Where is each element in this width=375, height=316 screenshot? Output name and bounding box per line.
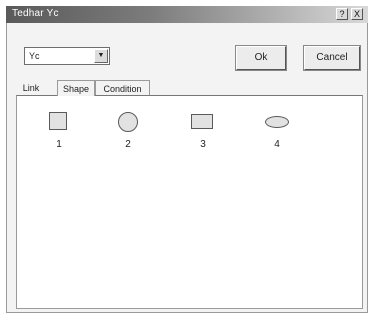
shape-option-3[interactable]: 3 xyxy=(183,112,223,152)
tab-shape[interactable]: Shape xyxy=(57,80,95,96)
shape-label-3: 3 xyxy=(200,139,206,150)
combobox-value: Yc xyxy=(29,51,40,61)
close-button[interactable]: X xyxy=(351,8,363,20)
ok-button[interactable]: Ok xyxy=(235,45,287,71)
shape-option-2[interactable]: 2 xyxy=(108,112,148,152)
circle-shape-icon xyxy=(118,112,138,132)
help-button[interactable]: ? xyxy=(336,8,348,20)
shape-label-2: 2 xyxy=(125,139,131,150)
chevron-down-icon[interactable]: ▼ xyxy=(94,49,108,63)
selector-combobox[interactable]: Yc ▼ xyxy=(24,47,110,65)
cancel-button[interactable]: Cancel xyxy=(303,45,361,71)
shape-option-1[interactable]: 1 xyxy=(39,112,79,152)
title-bar[interactable]: Tedhar Yc ? X xyxy=(6,6,368,23)
tab-link[interactable]: Link xyxy=(18,80,44,96)
window-title: Tedhar Yc xyxy=(12,8,59,19)
tab-condition[interactable]: Condition xyxy=(95,80,150,96)
shape-label-1: 1 xyxy=(56,139,62,150)
dialog-window: Tedhar Yc ? X Yc ▼ Ok Cancel Link Shape … xyxy=(0,0,375,316)
shape-label-4: 4 xyxy=(274,139,280,150)
shape-panel: 1 2 3 4 xyxy=(16,95,363,309)
shape-option-4[interactable]: 4 xyxy=(257,112,297,152)
square-shape-icon xyxy=(49,112,67,130)
rectangle-shape-icon xyxy=(191,114,213,129)
ellipse-shape-icon xyxy=(265,116,289,128)
